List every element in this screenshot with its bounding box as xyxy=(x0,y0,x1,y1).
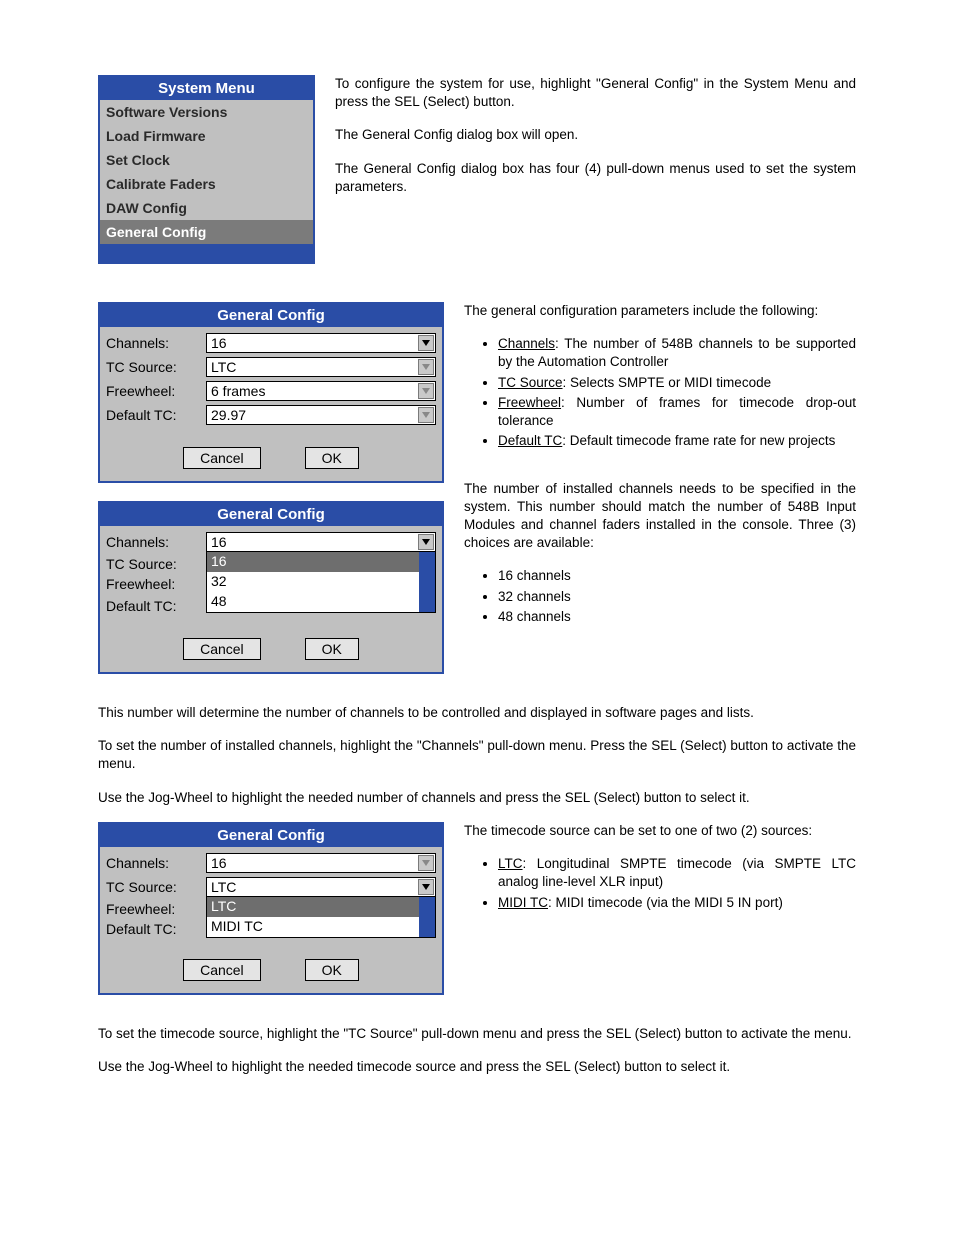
tc-after-p2: Use the Jog-Wheel to highlight the neede… xyxy=(98,1058,856,1076)
freewheel-value: 6 frames xyxy=(211,383,265,399)
default-tc-combo[interactable]: 29.97 xyxy=(206,405,436,425)
tc-options-list: LTC: Longitudinal SMPTE timecode (via SM… xyxy=(464,855,856,912)
label-default-tc: Default TC: xyxy=(106,921,206,937)
label-tc-source: TC Source: xyxy=(106,879,206,895)
channels-combo-open[interactable]: 16 xyxy=(206,532,436,552)
channels-option-16[interactable]: 16 xyxy=(207,552,435,572)
menu-load-firmware[interactable]: Load Firmware xyxy=(100,124,313,148)
after-p2: To set the number of installed channels,… xyxy=(98,737,856,773)
channels-options-list: 16 channels 32 channels 48 channels xyxy=(464,567,856,626)
channels-option-32[interactable]: 32 xyxy=(207,572,435,592)
chevron-down-icon xyxy=(418,855,434,871)
cancel-button[interactable]: Cancel xyxy=(183,638,261,660)
ok-button[interactable]: OK xyxy=(305,959,359,981)
intro-p1: To configure the system for use, highlig… xyxy=(335,75,856,111)
tc-source-value: LTC xyxy=(211,879,236,895)
general-config-dialog-2: General Config Channels: 16 xyxy=(98,501,444,674)
dialog3-title: General Config xyxy=(100,824,442,847)
ch-opt-16: 16 channels xyxy=(498,567,856,585)
tc-source-value: LTC xyxy=(211,359,236,375)
params-text: The general configuration parameters inc… xyxy=(464,302,856,641)
params-intro: The general configuration parameters inc… xyxy=(464,302,856,320)
dropdown-scrollbar[interactable] xyxy=(419,552,435,612)
param-freewheel: Freewheel: Number of frames for timecode… xyxy=(498,394,856,430)
channels-dropdown[interactable]: 16 32 48 xyxy=(206,552,436,613)
chevron-down-icon xyxy=(418,383,434,399)
cancel-button[interactable]: Cancel xyxy=(183,959,261,981)
param-default-tc: Default TC: Default timecode frame rate … xyxy=(498,432,856,450)
tc-after-p1: To set the timecode source, highlight th… xyxy=(98,1025,856,1043)
tc-option-midi[interactable]: MIDI TC xyxy=(207,917,435,937)
label-freewheel: Freewheel: xyxy=(106,576,206,592)
general-config-dialog-1: General Config Channels: 16 xyxy=(98,302,444,483)
tc-source-text: The timecode source can be set to one of… xyxy=(464,822,856,927)
tc-intro: The timecode source can be set to one of… xyxy=(464,822,856,840)
label-tc-source: TC Source: xyxy=(106,556,206,572)
channels-value: 16 xyxy=(211,335,227,351)
ok-button[interactable]: OK xyxy=(305,638,359,660)
tc-source-dropdown[interactable]: LTC MIDI TC xyxy=(206,897,436,938)
intro-p2: The General Config dialog box will open. xyxy=(335,126,856,144)
channels-combo[interactable]: 16 xyxy=(206,853,436,873)
dialog2-title: General Config xyxy=(100,503,442,526)
label-default-tc: Default TC: xyxy=(106,407,206,423)
menu-empty-row xyxy=(100,244,313,262)
tc-followup: To set the timecode source, highlight th… xyxy=(98,1025,856,1076)
ch-opt-32: 32 channels xyxy=(498,588,856,606)
channels-intro: The number of installed channels needs t… xyxy=(464,480,856,553)
after-p3: Use the Jog-Wheel to highlight the neede… xyxy=(98,789,856,807)
chevron-down-icon xyxy=(418,359,434,375)
after-p1: This number will determine the number of… xyxy=(98,704,856,722)
label-default-tc: Default TC: xyxy=(106,598,206,614)
system-menu-title: System Menu xyxy=(100,77,313,100)
tc-source-combo-open[interactable]: LTC xyxy=(206,877,436,897)
freewheel-combo[interactable]: 6 frames xyxy=(206,381,436,401)
ok-button[interactable]: OK xyxy=(305,447,359,469)
menu-software-versions[interactable]: Software Versions xyxy=(100,100,313,124)
ch-opt-48: 48 channels xyxy=(498,608,856,626)
channels-value: 16 xyxy=(211,855,227,871)
tc-option-ltc[interactable]: LTC xyxy=(207,897,435,917)
label-tc-source: TC Source: xyxy=(106,359,206,375)
label-freewheel: Freewheel: xyxy=(106,901,206,917)
menu-daw-config[interactable]: DAW Config xyxy=(100,196,313,220)
intro-p3: The General Config dialog box has four (… xyxy=(335,160,856,196)
general-config-dialog-3: General Config Channels: 16 xyxy=(98,822,444,995)
param-tc-source: TC Source: Selects SMPTE or MIDI timecod… xyxy=(498,374,856,392)
label-channels: Channels: xyxy=(106,855,206,871)
channels-combo[interactable]: 16 xyxy=(206,333,436,353)
channels-option-48[interactable]: 48 xyxy=(207,592,435,612)
channels-value: 16 xyxy=(211,534,227,550)
tc-source-combo[interactable]: LTC xyxy=(206,357,436,377)
tc-opt-midi: MIDI TC: MIDI timecode (via the MIDI 5 I… xyxy=(498,894,856,912)
channels-followup: This number will determine the number of… xyxy=(98,704,856,807)
label-channels: Channels: xyxy=(106,335,206,351)
dialog1-title: General Config xyxy=(100,304,442,327)
chevron-down-icon xyxy=(418,335,434,351)
label-freewheel: Freewheel: xyxy=(106,383,206,399)
menu-calibrate-faders[interactable]: Calibrate Faders xyxy=(100,172,313,196)
chevron-down-icon xyxy=(418,879,434,895)
cancel-button[interactable]: Cancel xyxy=(183,447,261,469)
params-list: Channels: The number of 548B channels to… xyxy=(464,335,856,450)
menu-set-clock[interactable]: Set Clock xyxy=(100,148,313,172)
label-channels: Channels: xyxy=(106,534,206,550)
default-tc-value: 29.97 xyxy=(211,407,246,423)
tc-opt-ltc: LTC: Longitudinal SMPTE timecode (via SM… xyxy=(498,855,856,891)
chevron-down-icon xyxy=(418,534,434,550)
chevron-down-icon xyxy=(418,407,434,423)
param-channels: Channels: The number of 548B channels to… xyxy=(498,335,856,371)
system-menu-panel: System Menu Software Versions Load Firmw… xyxy=(98,75,315,264)
dropdown-scrollbar[interactable] xyxy=(419,897,435,937)
intro-text: To configure the system for use, highlig… xyxy=(335,75,856,211)
menu-general-config[interactable]: General Config xyxy=(100,220,313,244)
